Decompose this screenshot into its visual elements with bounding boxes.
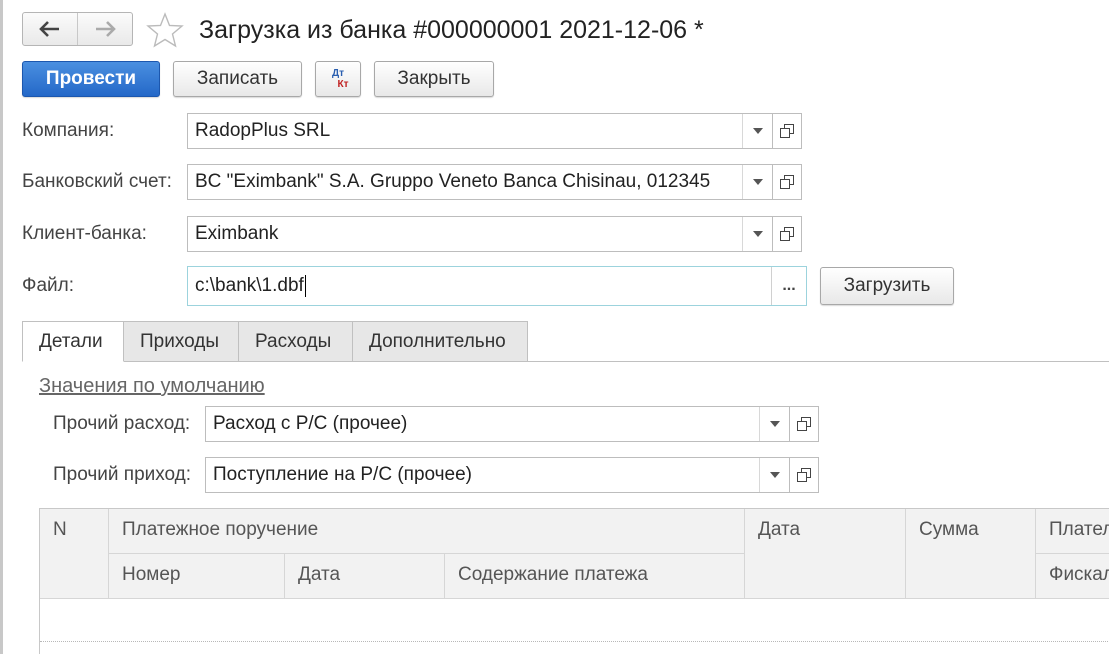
column-header-payer[interactable]: Плател [1036, 509, 1109, 554]
other-expense-dropdown-button[interactable] [759, 407, 789, 441]
payments-table[interactable]: N Платежное поручение Номер Дата Содержа… [39, 508, 1109, 655]
other-income-field[interactable]: Поступление на Р/С (прочее) [205, 457, 790, 493]
chevron-down-icon [769, 421, 780, 427]
open-icon [797, 417, 811, 431]
save-button[interactable]: Записать [173, 61, 302, 97]
back-button[interactable] [23, 13, 77, 45]
column-header-content[interactable]: Содержание платежа [445, 554, 745, 599]
other-income-open-button[interactable] [790, 457, 819, 493]
window-left-border [0, 0, 3, 654]
bank-client-dropdown-button[interactable] [742, 217, 772, 251]
close-button[interactable]: Закрыть [374, 61, 494, 97]
file-label: Файл: [22, 275, 74, 296]
column-header-n[interactable]: N [40, 509, 109, 599]
chevron-down-icon [752, 231, 763, 237]
tab-income[interactable]: Приходы [124, 321, 239, 362]
company-value: RadopPlus SRL [195, 120, 331, 141]
favorite-star-button[interactable] [146, 12, 184, 48]
other-expense-value: Расход с Р/С (прочее) [213, 413, 408, 434]
tab-additional[interactable]: Дополнительно [353, 321, 528, 362]
column-header-payment-order[interactable]: Платежное поручение [109, 509, 745, 554]
bank-account-dropdown-button[interactable] [742, 165, 772, 199]
text-caret [304, 274, 306, 297]
bank-account-label: Банковский счет: [22, 171, 172, 192]
tab-divider [527, 361, 1109, 362]
chevron-down-icon [752, 179, 763, 185]
bank-account-value: BC "Eximbank" S.A. Gruppo Veneto Banca C… [195, 171, 711, 192]
bank-account-field[interactable]: BC "Eximbank" S.A. Gruppo Veneto Banca C… [187, 164, 773, 200]
arrow-left-icon [39, 21, 59, 37]
nav-group [22, 12, 133, 46]
other-income-value: Поступление на Р/С (прочее) [213, 464, 473, 485]
post-button[interactable]: Провести [22, 61, 160, 97]
column-header-number[interactable]: Номер [109, 554, 285, 599]
star-icon [146, 12, 184, 48]
bank-client-label: Клиент-банка: [22, 223, 147, 244]
other-expense-label: Прочий расход: [53, 413, 191, 434]
arrow-right-icon [96, 21, 116, 37]
chevron-down-icon [769, 472, 780, 478]
table-row-divider [40, 641, 1109, 642]
column-header-fiscal[interactable]: Фискал [1036, 554, 1109, 599]
bank-account-open-button[interactable] [773, 164, 802, 200]
forward-button[interactable] [77, 13, 132, 45]
tab-expense[interactable]: Расходы [239, 321, 353, 362]
load-button[interactable]: Загрузить [820, 267, 954, 305]
tab-bar: Детали Приходы Расходы Дополнительно [22, 321, 528, 362]
open-icon [780, 124, 794, 138]
defaults-section-title[interactable]: Значения по умолчанию [39, 373, 265, 399]
other-income-label: Прочий приход: [53, 464, 192, 485]
bank-client-value: Eximbank [195, 223, 279, 244]
chevron-down-icon [752, 128, 763, 134]
open-icon [797, 468, 811, 482]
dt-kt-button[interactable]: Дт Кт [315, 61, 361, 97]
company-open-button[interactable] [773, 113, 802, 149]
open-icon [780, 175, 794, 189]
other-expense-open-button[interactable] [790, 406, 819, 442]
page-title: Загрузка из банка #000000001 2021-12-06 … [199, 16, 704, 44]
company-dropdown-button[interactable] [742, 114, 772, 148]
dt-label: Дт [331, 68, 345, 79]
company-label: Компания: [22, 120, 115, 141]
bank-client-field[interactable]: Eximbank [187, 216, 773, 252]
column-header-po-date[interactable]: Дата [285, 554, 445, 599]
file-value: c:\bank\1.dbf [195, 275, 304, 296]
table-body[interactable] [40, 599, 1109, 655]
other-income-dropdown-button[interactable] [759, 458, 789, 492]
file-browse-button[interactable]: ... [771, 267, 806, 305]
column-header-date[interactable]: Дата [745, 509, 906, 599]
column-header-sum[interactable]: Сумма [906, 509, 1036, 599]
open-icon [780, 227, 794, 241]
file-input[interactable]: c:\bank\1.dbf ... [187, 266, 807, 306]
bank-client-open-button[interactable] [773, 216, 802, 252]
tab-details[interactable]: Детали [22, 321, 124, 362]
company-field[interactable]: RadopPlus SRL [187, 113, 773, 149]
kt-label: Кт [337, 79, 349, 90]
other-expense-field[interactable]: Расход с Р/С (прочее) [205, 406, 790, 442]
